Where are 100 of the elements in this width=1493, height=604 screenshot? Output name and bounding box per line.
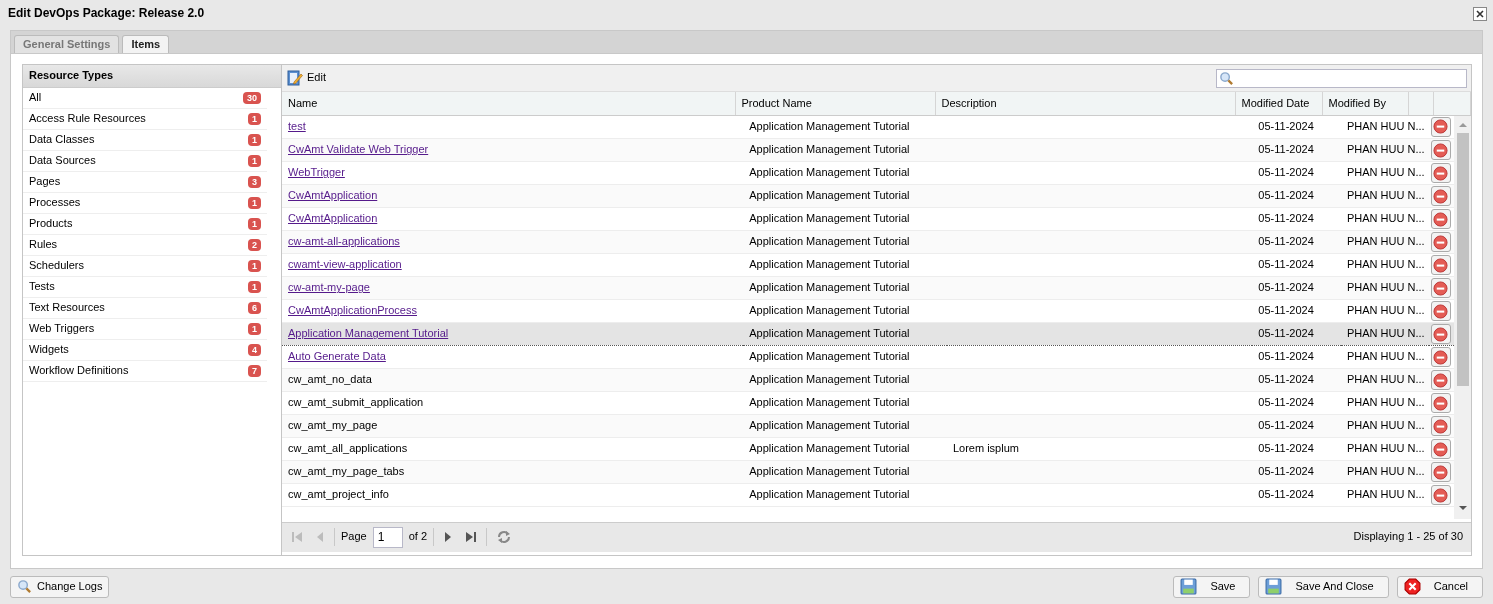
item-link[interactable]: CwAmtApplication [288, 212, 378, 225]
delete-button[interactable] [1430, 116, 1451, 137]
list-item[interactable]: Schedulers 1 [23, 256, 267, 277]
list-item[interactable]: Data Classes 1 [23, 130, 267, 151]
paging-status: Displaying 1 - 25 of 30 [1353, 530, 1463, 544]
list-item[interactable]: Access Rule Resources 1 [23, 109, 267, 130]
tab[interactable]: Items [122, 34, 170, 53]
table-cell: Application Management Tutorial [749, 442, 910, 455]
save-button[interactable]: Save And Close [1258, 575, 1389, 598]
item-link[interactable]: Auto Generate Data [288, 350, 386, 363]
previous-page-icon [315, 531, 325, 543]
column-header[interactable]: Modified By [1322, 92, 1408, 115]
table-cell: Application Management Tutorial [749, 465, 910, 478]
remove-icon [1433, 372, 1448, 388]
table-cell: Application Management Tutorial [749, 143, 910, 156]
list-item[interactable]: Processes 1 [23, 193, 267, 214]
count-badge: 7 [248, 365, 261, 377]
table-cell: Application Management Tutorial [749, 189, 910, 202]
table-cell: 05-11-2024 [1258, 143, 1314, 156]
table-cell: PHAN HUU N... [1346, 304, 1425, 317]
item-link[interactable]: cwamt-view-application [288, 258, 402, 271]
item-link[interactable]: cw-amt-all-applications [288, 235, 400, 248]
table-cell: cw_amt_my_page [288, 419, 378, 432]
item-link[interactable]: cw-amt-my-page [288, 281, 370, 294]
list-item[interactable]: Products 1 [23, 214, 267, 235]
table-cell: 05-11-2024 [1258, 396, 1314, 409]
item-label: Products [29, 217, 73, 231]
item-link[interactable]: CwAmtApplicationProcess [288, 304, 417, 317]
table-cell: PHAN HUU N... [1346, 442, 1425, 455]
delete-button[interactable] [1430, 209, 1451, 229]
scroll-thumb[interactable] [1456, 132, 1469, 386]
table-cell: Application Management Tutorial [749, 373, 910, 386]
item-label: Data Sources [29, 154, 96, 168]
table-cell: PHAN HUU N... [1346, 143, 1425, 156]
count-badge: 3 [248, 176, 261, 188]
delete-button[interactable] [1430, 347, 1451, 367]
list-item[interactable]: Pages 3 [23, 172, 267, 193]
table-cell: 05-11-2024 [1258, 189, 1314, 202]
column-header[interactable]: Product Name [735, 92, 935, 115]
delete-button[interactable] [1430, 186, 1451, 206]
count-badge: 2 [248, 239, 261, 251]
edit-button[interactable]: Edit [287, 70, 326, 86]
table-cell: PHAN HUU N... [1346, 258, 1425, 271]
change-logs-button[interactable]: Change Logs [10, 575, 110, 598]
save-button[interactable]: Save [1173, 575, 1251, 598]
column-header[interactable]: Name [282, 92, 735, 115]
count-badge: 4 [248, 344, 261, 356]
delete-button[interactable] [1430, 255, 1451, 275]
column-header[interactable]: Description [935, 92, 1235, 115]
table-cell: PHAN HUU N... [1346, 120, 1425, 133]
list-item[interactable]: Tests 1 [23, 277, 267, 298]
list-item[interactable]: Data Sources 1 [23, 151, 267, 172]
item-link[interactable]: Application Management Tutorial [288, 327, 449, 340]
remove-icon [1433, 257, 1448, 273]
item-link[interactable]: test [288, 120, 306, 133]
delete-button[interactable] [1430, 439, 1451, 459]
list-item[interactable]: All 30 [23, 88, 267, 109]
column-header[interactable]: Modified Date [1235, 92, 1322, 115]
delete-button[interactable] [1430, 232, 1451, 252]
page-field[interactable]: 1 [372, 526, 403, 548]
item-label: All [29, 91, 42, 105]
list-item[interactable]: Rules 2 [23, 235, 267, 256]
table-cell: 05-11-2024 [1258, 442, 1314, 455]
delete-button[interactable] [1430, 416, 1451, 436]
remove-icon [1433, 211, 1448, 227]
cancel-button[interactable]: Cancel [1396, 575, 1483, 598]
item-label: Pages [29, 175, 61, 189]
remove-icon [1433, 188, 1448, 204]
list-item[interactable]: Text Resources 6 [23, 298, 267, 319]
delete-button[interactable] [1430, 324, 1451, 344]
table-cell: 05-11-2024 [1258, 419, 1314, 432]
table-cell: PHAN HUU N... [1346, 281, 1425, 294]
scrollbar[interactable] [1454, 115, 1471, 519]
delete-button[interactable] [1430, 278, 1451, 298]
list-item[interactable]: Widgets 4 [23, 340, 267, 361]
table-cell: cw_amt_no_data [288, 373, 372, 386]
table-cell: PHAN HUU N... [1346, 327, 1425, 340]
delete-button[interactable] [1430, 140, 1451, 160]
delete-button[interactable] [1430, 462, 1451, 482]
table-cell: cw_amt_project_info [288, 488, 389, 501]
delete-button[interactable] [1430, 301, 1451, 321]
item-link[interactable]: CwAmt Validate Web Trigger [288, 143, 429, 156]
delete-button[interactable] [1430, 485, 1451, 505]
item-link[interactable]: CwAmtApplication [288, 189, 378, 202]
table-cell: 05-11-2024 [1258, 235, 1314, 248]
item-link[interactable]: WebTrigger [288, 166, 345, 179]
count-badge: 1 [248, 260, 261, 272]
close-button[interactable] [1473, 6, 1487, 21]
delete-button[interactable] [1430, 163, 1451, 183]
delete-button[interactable] [1430, 393, 1451, 413]
table-cell: 05-11-2024 [1258, 373, 1314, 386]
page-label: Page [341, 530, 367, 544]
delete-button[interactable] [1430, 370, 1451, 390]
list-item[interactable]: Workflow Definitions 7 [23, 361, 267, 382]
remove-icon [1433, 487, 1448, 503]
search-icon [17, 579, 32, 594]
item-label: Rules [29, 238, 58, 252]
table-cell: PHAN HUU N... [1346, 396, 1425, 409]
remove-icon [1433, 234, 1448, 250]
list-item[interactable]: Web Triggers 1 [23, 319, 267, 340]
